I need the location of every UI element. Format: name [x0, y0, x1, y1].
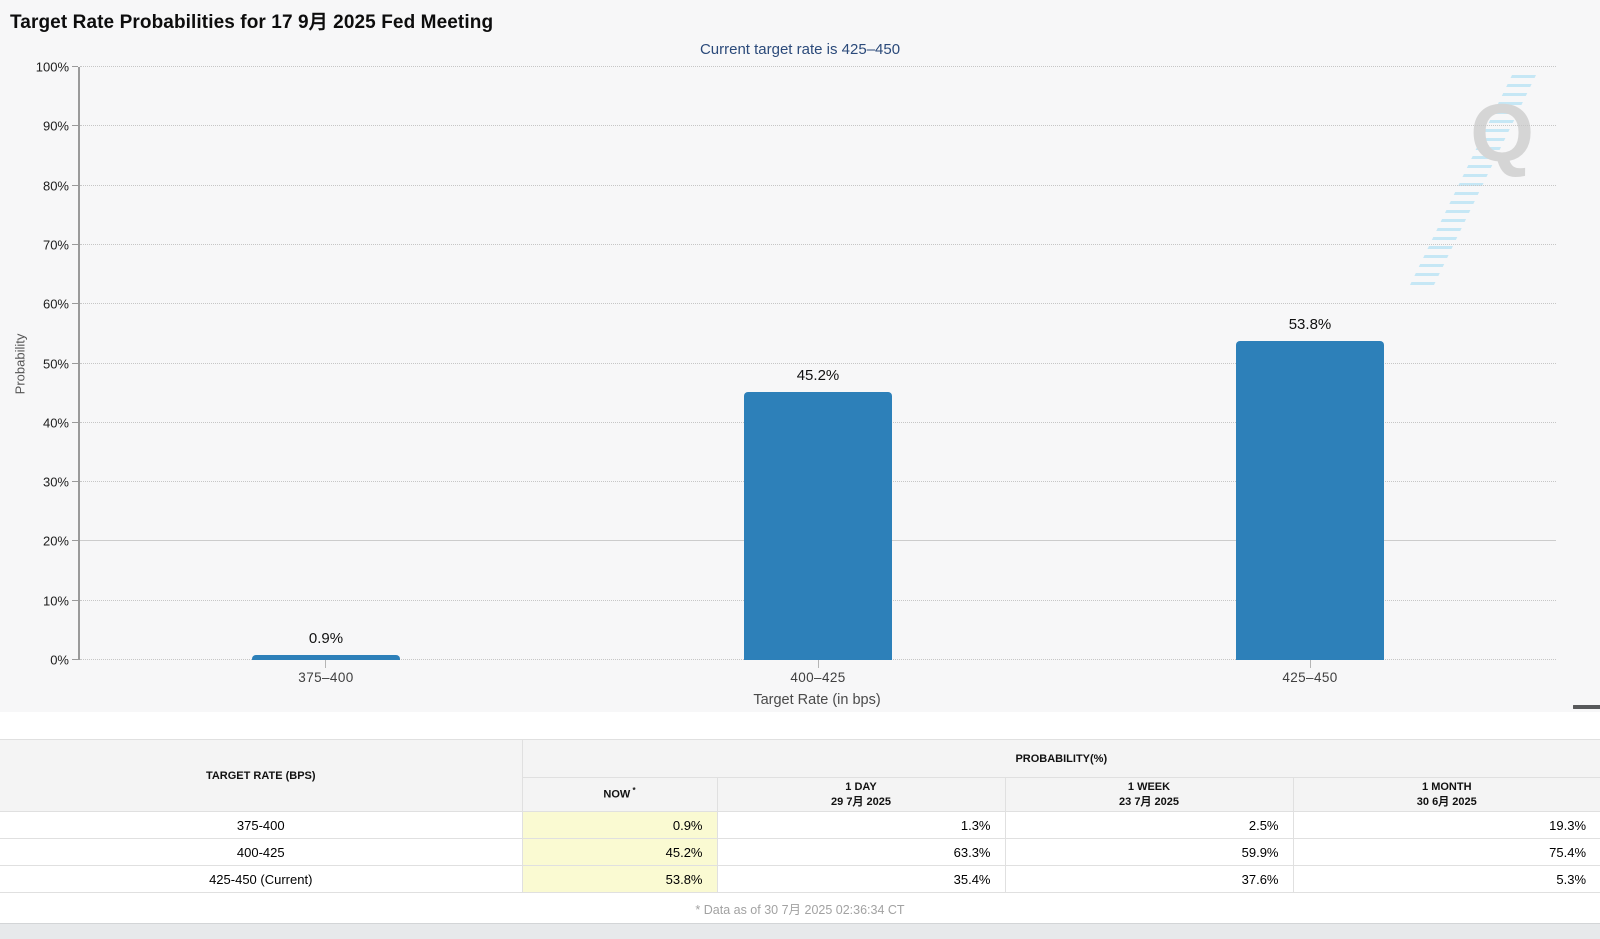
chart-subtitle: Current target rate is 425–450: [0, 41, 1600, 58]
day-value-cell: 35.4%: [717, 866, 1005, 893]
y-axis-tick: [72, 659, 78, 660]
month-value-cell: 5.3%: [1293, 866, 1600, 893]
probability-table-section: TARGET RATE (BPS) PROBABILITY(%) NOW *1 …: [0, 739, 1600, 893]
gridline: [80, 185, 1556, 186]
y-tick-label: 90%: [43, 119, 69, 134]
x-category-label: 400–425: [718, 670, 918, 685]
bottom-strip: [0, 923, 1600, 939]
col-header-target-rate: TARGET RATE (BPS): [0, 740, 522, 812]
quikstrike-watermark: Q: [1416, 89, 1536, 239]
rate-cell: 400-425: [0, 839, 522, 866]
y-tick-label: 30%: [43, 475, 69, 490]
x-axis-label: Target Rate (in bps): [78, 692, 1556, 708]
day-value-cell: 63.3%: [717, 839, 1005, 866]
bar-value-label: 0.9%: [246, 630, 406, 647]
y-tick-label: 80%: [43, 178, 69, 193]
table-row: 400-42545.2%63.3%59.9%75.4%: [0, 839, 1600, 866]
chart-header: Target Rate Probabilities for 17 9月 2025…: [0, 0, 1600, 34]
y-axis-tick: [72, 540, 78, 541]
month-value-cell: 75.4%: [1293, 839, 1600, 866]
y-axis-tick: [72, 600, 78, 601]
col-header-week: 1 WEEK23 7月 2025: [1005, 778, 1293, 812]
chart-area: Probability Q 0% 10% 20% 30% 40% 50% 60% 70% 80%…: [0, 67, 1600, 708]
rate-cell: 425-450 (Current): [0, 866, 522, 893]
month-value-cell: 19.3%: [1293, 812, 1600, 839]
week-value-cell: 2.5%: [1005, 812, 1293, 839]
gridline: [80, 66, 1556, 67]
day-value-cell: 1.3%: [717, 812, 1005, 839]
y-axis-tick: [72, 481, 78, 482]
chart-section: Target Rate Probabilities for 17 9月 2025…: [0, 0, 1600, 712]
col-header-probability-group: PROBABILITY(%): [522, 740, 1600, 778]
y-axis-tick: [72, 244, 78, 245]
y-tick-label: 70%: [43, 237, 69, 252]
probability-table: TARGET RATE (BPS) PROBABILITY(%) NOW *1 …: [0, 739, 1600, 893]
gridline: [80, 303, 1556, 304]
y-axis-tick: [72, 66, 78, 67]
y-tick-label: 10%: [43, 593, 69, 608]
now-value-cell: 53.8%: [522, 866, 717, 893]
rate-cell: 375-400: [0, 812, 522, 839]
x-category-label: 425–450: [1210, 670, 1410, 685]
gridline: [80, 244, 1556, 245]
y-axis-tick: [72, 185, 78, 186]
table-row: 375-4000.9%1.3%2.5%19.3%: [0, 812, 1600, 839]
y-axis-tick: [72, 363, 78, 364]
watermark-swoosh: [1398, 75, 1548, 285]
col-header-day: 1 DAY29 7月 2025: [717, 778, 1005, 812]
bar-value-label: 53.8%: [1230, 316, 1390, 333]
y-axis-tick: [72, 422, 78, 423]
now-value-cell: 45.2%: [522, 839, 717, 866]
col-header-now: NOW *: [522, 778, 717, 812]
gridline: [80, 125, 1556, 126]
page-title: Target Rate Probabilities for 17 9月 2025…: [10, 7, 493, 34]
x-axis-tick: [1310, 660, 1311, 668]
y-tick-label: 60%: [43, 297, 69, 312]
x-category-label: 375–400: [226, 670, 426, 685]
week-value-cell: 37.6%: [1005, 866, 1293, 893]
footnote: * Data as of 30 7月 2025 02:36:34 CT: [0, 893, 1600, 923]
watermark-q-letter: Q: [1470, 93, 1534, 175]
probability-bar: [1236, 341, 1384, 660]
bar-chart-plot: Probability Q 0%10%20%30%40%50%60%70%80%…: [78, 67, 1556, 660]
y-tick-label: 20%: [43, 534, 69, 549]
y-axis-label: Probability: [13, 333, 28, 394]
y-tick-label: 0%: [50, 653, 69, 668]
table-row: 425-450 (Current)53.8%35.4%37.6%5.3%: [0, 866, 1600, 893]
bar-value-label: 45.2%: [738, 367, 898, 384]
x-axis-tick: [818, 660, 819, 668]
week-value-cell: 59.9%: [1005, 839, 1293, 866]
y-tick-label: 40%: [43, 415, 69, 430]
y-axis-tick: [72, 303, 78, 304]
probability-bar: [744, 392, 892, 660]
y-axis-tick: [72, 125, 78, 126]
y-tick-label: 100%: [36, 60, 69, 75]
now-value-cell: 0.9%: [522, 812, 717, 839]
y-tick-label: 50%: [43, 356, 69, 371]
col-header-month: 1 MONTH30 6月 2025: [1293, 778, 1600, 812]
x-axis-tick: [325, 660, 326, 668]
